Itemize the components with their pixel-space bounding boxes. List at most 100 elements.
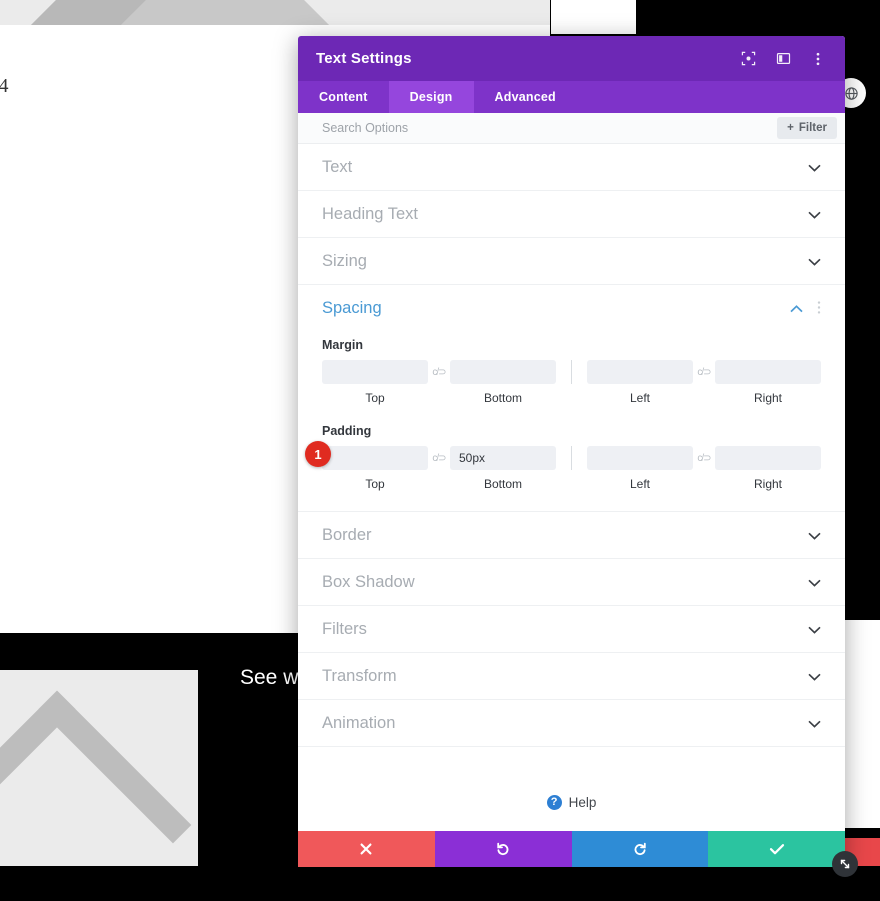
filter-button-label: Filter: [798, 122, 827, 134]
padding-bottom-input[interactable]: [450, 446, 556, 470]
margin-divider: [571, 360, 572, 384]
section-spacing-label: Spacing: [322, 299, 382, 317]
padding-divider: [571, 446, 572, 470]
focus-target-icon[interactable]: [739, 50, 757, 68]
section-sizing-label: Sizing: [322, 251, 367, 270]
tab-advanced[interactable]: Advanced: [474, 81, 577, 113]
vertical-dots-icon[interactable]: [809, 50, 827, 68]
margin-bottom-caption: Bottom: [483, 391, 522, 405]
margin-field-grid: Top c/⊃ Bottom Left c/⊃ Right: [322, 360, 821, 405]
padding-left-cell: Left: [587, 446, 693, 491]
chevron-down-icon: [808, 576, 821, 589]
section-box-shadow-label: Box Shadow: [322, 572, 415, 591]
modal-header: Text Settings: [298, 36, 845, 81]
chevron-down-icon: [808, 623, 821, 636]
link-padding-vertical-icon[interactable]: c/⊃: [428, 446, 450, 470]
step-badge-1: 1: [305, 441, 331, 467]
padding-bottom-cell: Bottom: [450, 446, 556, 491]
chevron-down-icon: [808, 717, 821, 730]
link-margin-vertical-icon[interactable]: c/⊃: [428, 360, 450, 384]
link-padding-horizontal-icon[interactable]: c/⊃: [693, 446, 715, 470]
section-border[interactable]: Border: [298, 512, 845, 559]
padding-top-caption: Top: [365, 477, 385, 491]
margin-bottom-cell: Bottom: [450, 360, 556, 405]
help-row[interactable]: ? Help: [298, 747, 845, 831]
modal-body[interactable]: Text Heading Text Sizing Spacing Margin …: [298, 144, 845, 831]
section-text-label: Text: [322, 157, 353, 176]
chevron-down-icon: [808, 161, 821, 174]
padding-right-cell: Right: [715, 446, 821, 491]
margin-top-caption: Top: [365, 391, 385, 405]
chevron-down-icon: [808, 529, 821, 542]
redo-button[interactable]: [571, 831, 709, 867]
padding-right-caption: Right: [753, 477, 782, 491]
margin-right-caption: Right: [753, 391, 782, 405]
section-heading-text-label: Heading Text: [322, 204, 419, 223]
hero-chevron-shape-b: [118, 0, 332, 25]
chevron-down-icon: [808, 255, 821, 268]
placeholder-chevron-icon: [0, 690, 192, 866]
background-image-placeholder: [0, 670, 198, 866]
section-options-dots-icon[interactable]: [817, 300, 821, 317]
margin-label: Margin: [322, 338, 363, 352]
padding-horizontal-group: Left c/⊃ Right: [587, 446, 821, 491]
margin-right-cell: Right: [715, 360, 821, 405]
margin-left-input[interactable]: [587, 360, 693, 384]
split-view-icon[interactable]: [774, 50, 792, 68]
section-border-label: Border: [322, 525, 372, 544]
margin-top-input[interactable]: [322, 360, 428, 384]
modal-header-actions: [739, 50, 827, 68]
padding-top-cell: Top: [322, 446, 428, 491]
margin-horizontal-group: Left c/⊃ Right: [587, 360, 821, 405]
section-spacing-header[interactable]: Spacing: [298, 285, 845, 332]
resize-handle-icon[interactable]: [832, 851, 858, 877]
padding-right-input[interactable]: [715, 446, 821, 470]
section-box-shadow[interactable]: Box Shadow: [298, 559, 845, 606]
modal-title: Text Settings: [316, 50, 412, 67]
section-animation[interactable]: Animation: [298, 700, 845, 747]
padding-bottom-caption: Bottom: [483, 477, 522, 491]
padding-left-caption: Left: [629, 477, 650, 491]
hero-white-strip: [551, 0, 636, 34]
section-heading-text[interactable]: Heading Text: [298, 191, 845, 238]
section-animation-label: Animation: [322, 713, 396, 732]
margin-vertical-group: Top c/⊃ Bottom: [322, 360, 556, 405]
chevron-down-icon: [808, 670, 821, 683]
search-options-row: + Filter: [298, 113, 845, 144]
plus-icon: +: [787, 122, 794, 134]
section-text[interactable]: Text: [298, 144, 845, 191]
padding-vertical-group: Top c/⊃ Bottom: [322, 446, 556, 491]
filter-button[interactable]: + Filter: [777, 117, 837, 139]
section-spacing: Spacing Margin Top c/⊃ Bottom Left c/⊃ R…: [298, 285, 845, 512]
section-transform-label: Transform: [322, 666, 397, 685]
padding-top-input[interactable]: [322, 446, 428, 470]
undo-button[interactable]: [434, 831, 572, 867]
tab-content[interactable]: Content: [298, 81, 389, 113]
padding-label: Padding: [322, 424, 372, 438]
modal-tabs: Content Design Advanced: [298, 81, 845, 113]
cancel-button[interactable]: [298, 831, 435, 867]
section-transform[interactable]: Transform: [298, 653, 845, 700]
tab-design[interactable]: Design: [388, 81, 474, 113]
section-filters[interactable]: Filters: [298, 606, 845, 653]
cta-heading: See w: [240, 666, 299, 689]
chevron-up-icon[interactable]: [790, 302, 803, 315]
search-input[interactable]: [322, 121, 778, 135]
link-margin-horizontal-icon[interactable]: c/⊃: [693, 360, 715, 384]
section-filters-label: Filters: [322, 619, 367, 638]
padding-field-grid: 1 Top c/⊃ Bottom: [305, 441, 821, 491]
margin-right-input[interactable]: [715, 360, 821, 384]
margin-top-cell: Top: [322, 360, 428, 405]
help-label: Help: [568, 794, 597, 810]
save-button[interactable]: [708, 831, 845, 867]
margin-left-cell: Left: [587, 360, 693, 405]
help-icon: ?: [546, 794, 562, 810]
margin-left-caption: Left: [629, 391, 650, 405]
section-sizing[interactable]: Sizing: [298, 238, 845, 285]
chevron-down-icon: [808, 208, 821, 221]
text-settings-modal: Text Settings Content Design Advanced Se…: [298, 36, 845, 867]
spacing-controls: Margin Top c/⊃ Bottom Left c/⊃ Right Pad…: [298, 332, 845, 511]
margin-bottom-input[interactable]: [450, 360, 556, 384]
padding-left-input[interactable]: [587, 446, 693, 470]
hero-banner: [0, 0, 550, 25]
